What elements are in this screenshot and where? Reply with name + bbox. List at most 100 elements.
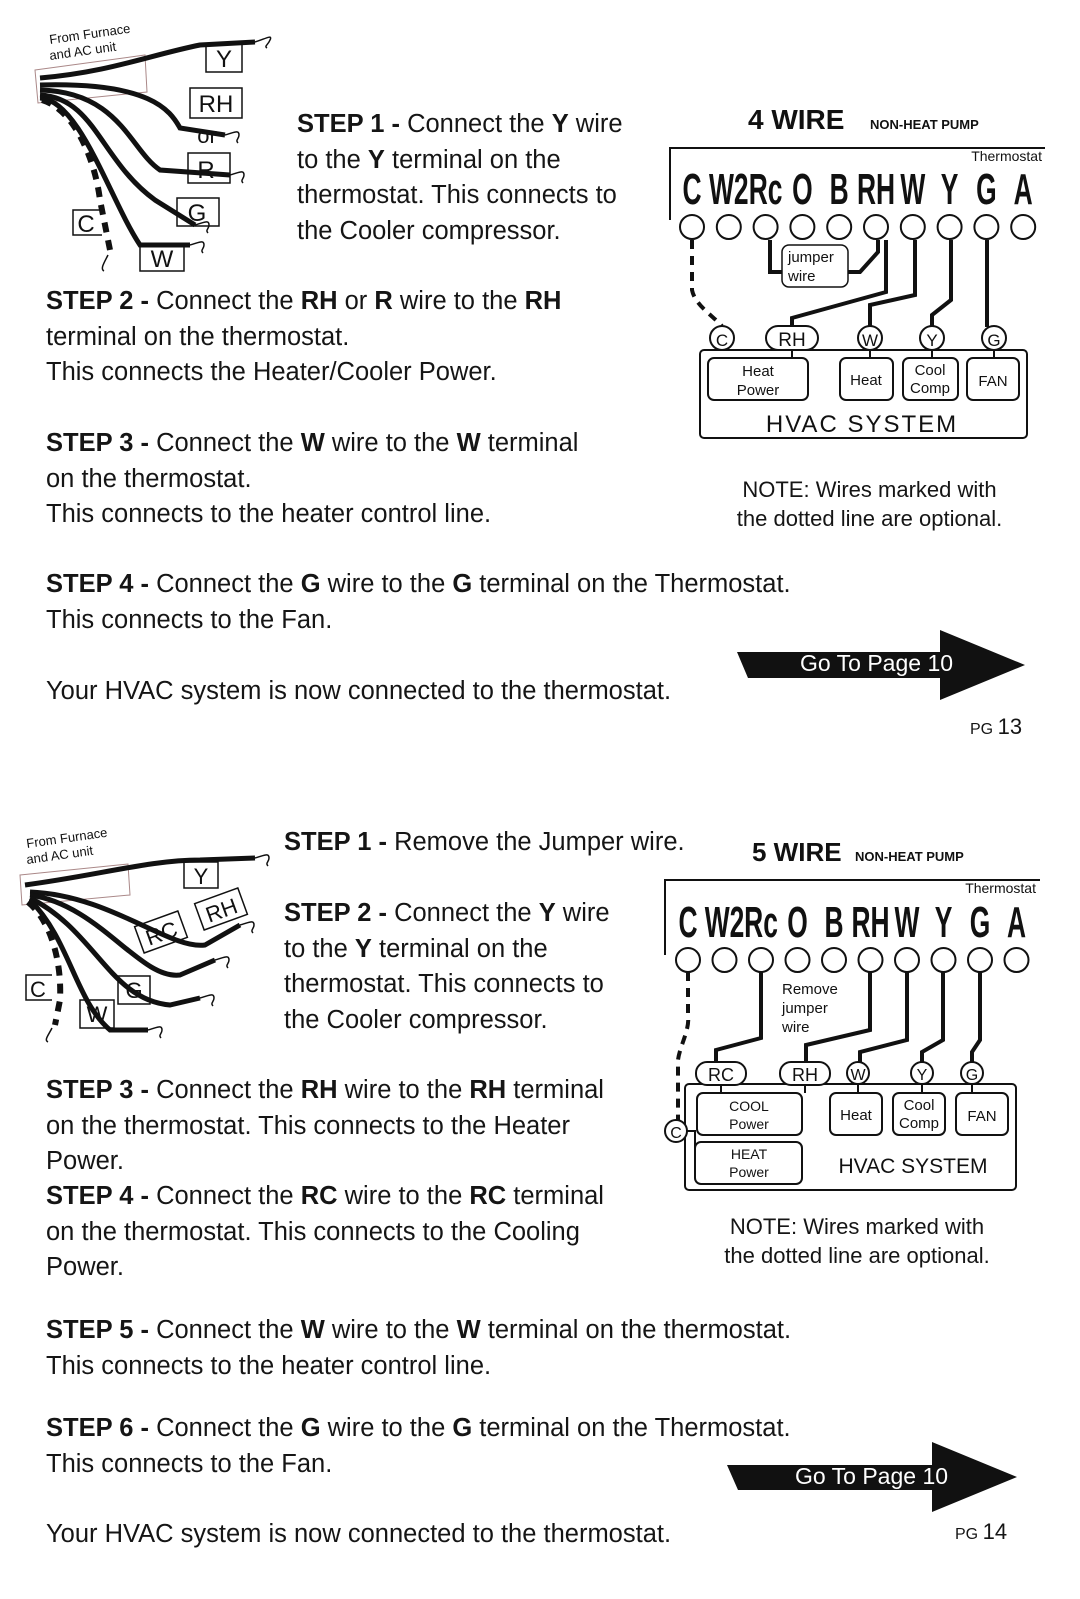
step-line: This connects to the Fan. [46,603,791,639]
wire-label-w: W [87,1002,108,1027]
cool-power-label-line2: Power [729,1116,769,1132]
terminal-label: B [830,164,849,214]
terminal-label: G [976,164,997,214]
step-text: terminal [506,1182,604,1210]
terminal-label: O [787,897,808,947]
go-to-page-10-link[interactable]: Go To Page 10 [795,1463,948,1490]
terminal-label: O [792,164,813,214]
step-2: STEP 2 - Connect the Y wire to the Y term… [284,896,610,1038]
terminal-screw [1003,947,1030,973]
step-line: thermostat. This connects to [284,967,610,1003]
step-text-bold: G [300,1414,321,1442]
step-text: wire [555,899,610,927]
terminal-label: W [900,164,925,214]
step-text: the Cooler compressor. [297,216,561,245]
step-text: wire [568,110,623,138]
terminal-screw [752,214,779,240]
step-text: This connects to the Fan. [46,1449,333,1478]
wire-label-g: G [188,200,207,227]
terminal-screw [748,947,774,973]
step-text-bold: W [456,429,481,457]
terminal-label: W2 [709,164,749,214]
step-line: STEP 2 - Connect the Y wire [284,896,610,932]
step-line: Power. [46,1250,604,1286]
step-text: wire to the [337,1076,470,1104]
step-text: This connects the Heater/Cooler Power. [46,358,497,386]
step-text: Connect the [394,899,539,927]
step-text-bold: Y [367,145,385,174]
step-line: thermostat. This connects to [297,178,623,214]
step-text-bold: G [452,1414,473,1442]
step-text: Connect the [156,1414,301,1442]
cool-comp-label-line2: Comp [899,1115,939,1132]
thermostat-terminals: C W2 Rc O B RH W Y G A [679,164,1037,240]
step-6: STEP 6 - Connect the G wire to the G ter… [46,1411,791,1482]
wire-label-c: C [77,211,94,238]
diagram-title: 4 WIRE [748,104,844,135]
terminal-label: Rc [744,897,778,947]
step-line: on the thermostat. This connects to the … [46,1109,604,1145]
step-text-bold: STEP 5 - [46,1316,157,1344]
step-text: to the [297,145,368,174]
step-text: Power. [46,1147,124,1175]
step-line: STEP 1 - Connect the Y wire [297,107,623,143]
wiring-diagram-5wire: 5 WIRE NON-HEAT PUMP Thermostat C W2 Rc O B R… [664,837,1040,1191]
step-text: Connect the [156,570,301,598]
terminal-screw [675,947,701,973]
diagram-subtitle: NON-HEAT PUMP [855,849,964,864]
step-text-bold: W [456,1316,481,1344]
step-text: thermostat. This connects to [284,970,604,998]
heat-power-label-line1: HEAT [731,1146,768,1162]
optional-wires-note: NOTE: Wires marked with the dotted line … [707,1212,1007,1270]
page-number: PG 13 [970,714,1022,740]
wire-label-c: C [30,977,46,1002]
step-text: This connects to the heater control line… [46,1351,492,1380]
step-text: on the thermostat. This connects to the … [46,1217,580,1246]
page-prefix: PG [970,721,994,738]
step-text-bold: STEP 3 - [46,1076,157,1104]
step-text-bold: Y [354,934,372,963]
step-text: Your HVAC system is now connected to the… [46,677,672,705]
wire-label-r: R [197,157,214,184]
step-text: wire to the [337,1182,470,1210]
step-text: Remove the Jumper wire. [394,828,685,856]
step-line: STEP 4 - Connect the G wire to the G ter… [46,567,791,603]
completion-message: Your HVAC system is now connected to the… [46,674,671,710]
step-line: STEP 3 - Connect the RH wire to the RH t… [46,1073,604,1109]
cool-comp-label-line1: Cool [915,362,946,379]
wiring-diagram-4wire: 4 WIRE NON-HEAT PUMP Thermostat C W2 Rc O B R… [669,104,1045,439]
step-text: wire to the [324,429,457,457]
terminal-screw [821,947,847,973]
step-text-bold: G [452,570,473,598]
step-line: STEP 2 - Connect the RH or R wire to the… [46,284,561,320]
step-line: This connects to the Fan. [46,1447,791,1483]
hvac-terminal-w: W [862,331,878,350]
step-line: on the thermostat. This connects to the … [46,1215,604,1251]
wire-label-or: or [197,123,217,148]
wire-label-g: G [125,978,142,1003]
step-4: STEP 4 - Connect the G wire to the G ter… [46,567,791,638]
hvac-terminal-w: W [850,1067,866,1084]
wire-label-y: Y [216,46,232,73]
step-text: terminal on the Thermostat. [472,570,791,598]
step-text: to the [284,934,355,963]
go-to-page-10-link[interactable]: Go To Page 10 [800,650,953,677]
diagram-subtitle: NON-HEAT PUMP [870,117,979,132]
step-text-bold: R [374,287,393,315]
note-line2: the dotted line are optional. [736,506,1003,531]
terminal-label: A [1014,164,1033,214]
terminal-screw [930,947,957,973]
step-4: STEP 4 - Connect the RC wire to the RC t… [46,1179,604,1286]
step-text: Connect the [407,110,552,138]
step-text: Connect the [156,1316,301,1344]
jumper-label-line2: wire [787,268,816,285]
hvac-system-label: HVAC SYSTEM [839,1155,988,1178]
terminal-screw [826,214,853,240]
step-text-bold: STEP 4 - [46,570,157,598]
step-text: terminal on the thermostat. [46,322,350,351]
step-text: terminal on the [384,145,561,174]
step-line: This connects to the heater control line… [46,497,578,533]
fan-label: FAN [967,1108,996,1125]
step-line: STEP 6 - Connect the G wire to the G ter… [46,1411,791,1447]
terminal-label: RH [857,164,895,214]
